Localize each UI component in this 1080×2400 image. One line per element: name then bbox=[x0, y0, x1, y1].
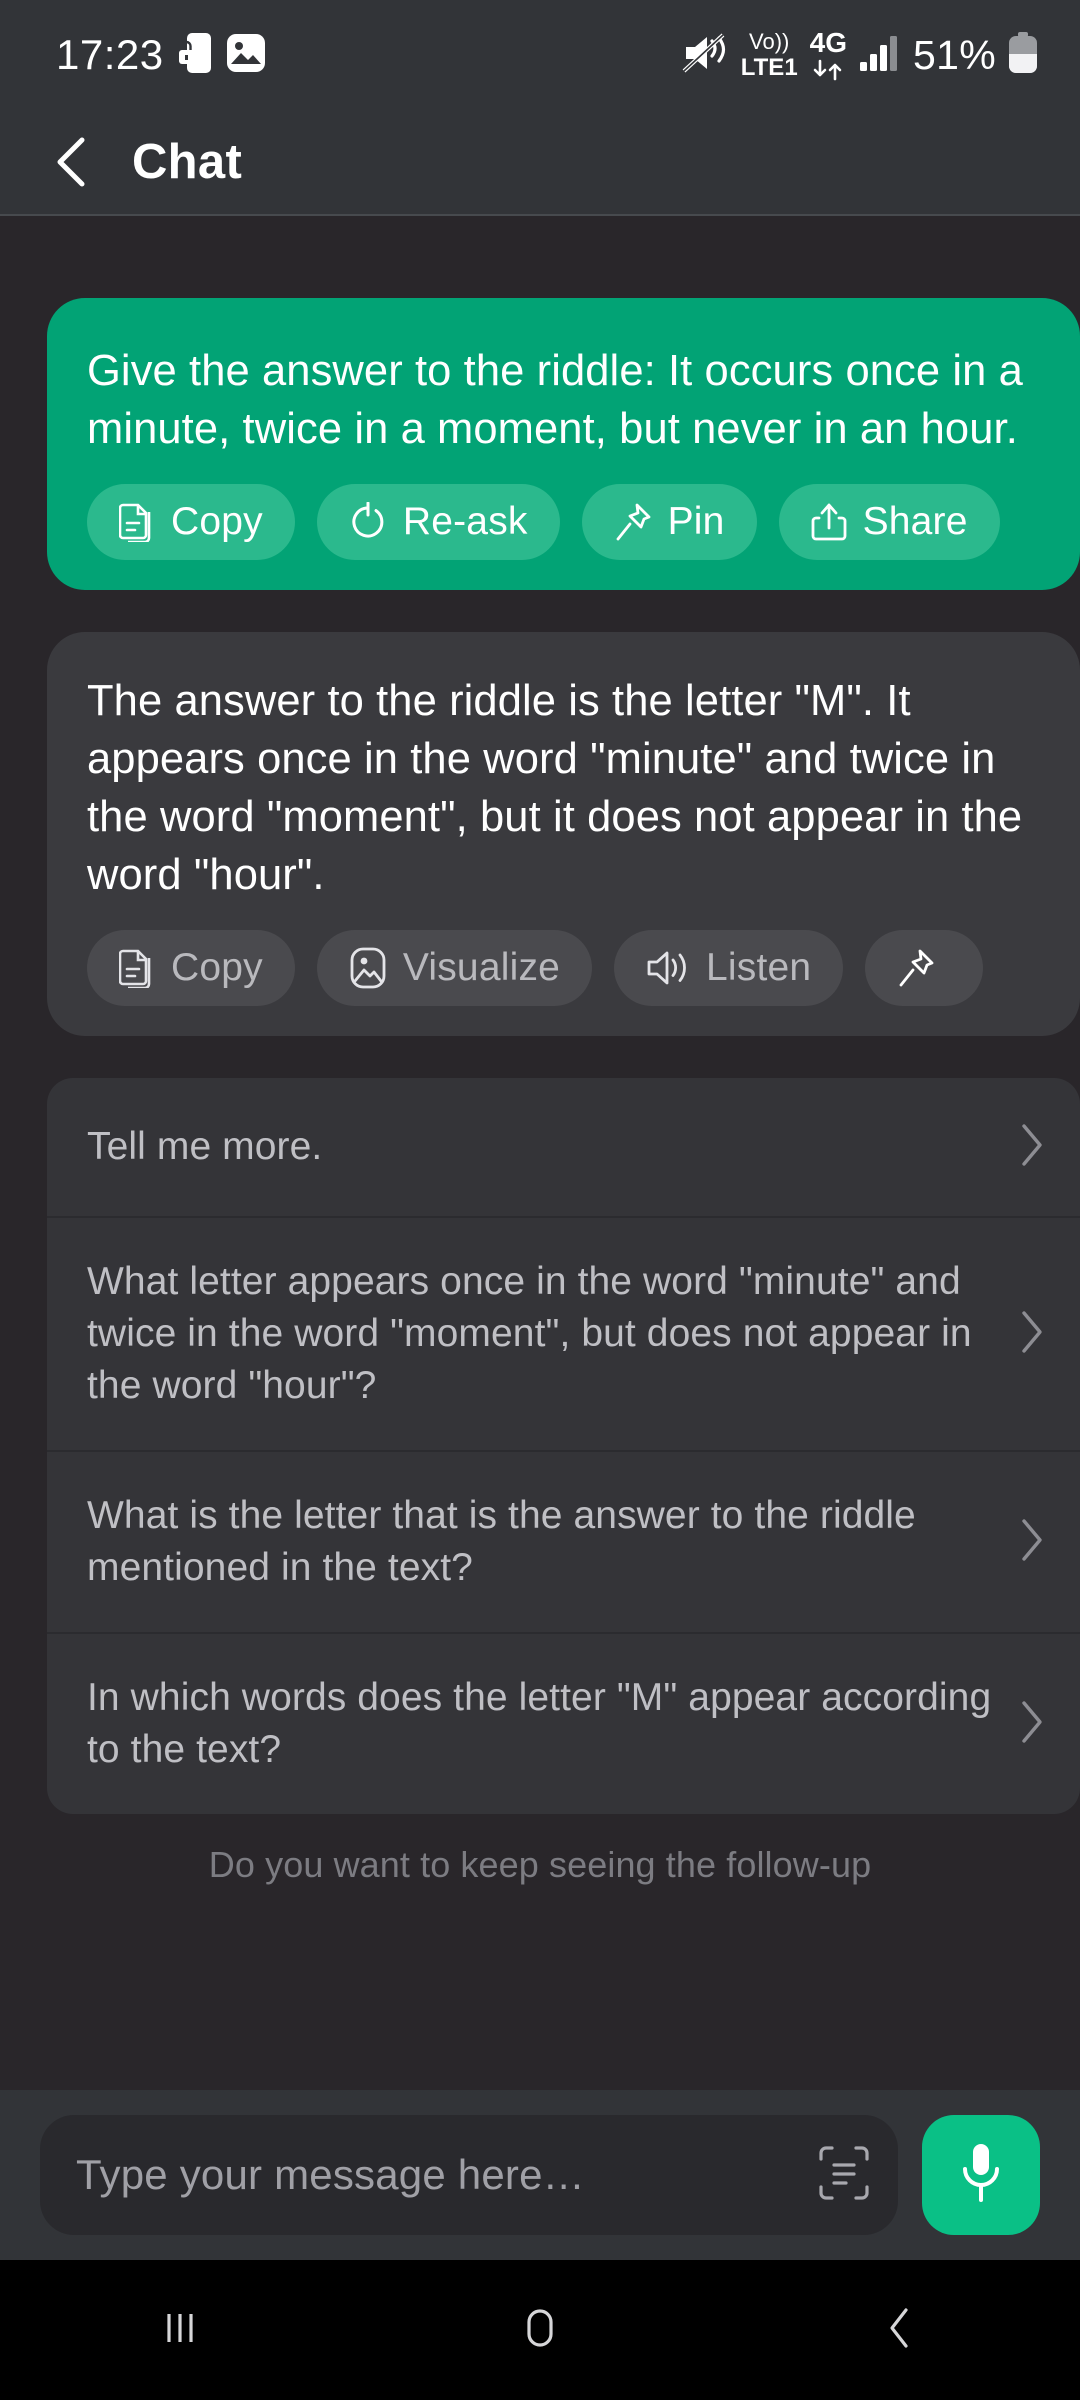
chevron-right-icon bbox=[1018, 1309, 1046, 1360]
copy-label: Copy bbox=[171, 946, 263, 989]
suggestion-text: What is the letter that is the answer to… bbox=[87, 1494, 916, 1589]
system-nav-bar bbox=[0, 2260, 1080, 2400]
phone-screen: 17:23 Vo)) LTE1 4G 51% Chat Give the ans… bbox=[0, 0, 1080, 2400]
home-icon bbox=[517, 2305, 563, 2356]
chevron-right-icon bbox=[1018, 1122, 1046, 1173]
list-item[interactable]: What is the letter that is the answer to… bbox=[47, 1452, 1080, 1634]
followup-note: Do you want to keep seeing the follow-up bbox=[208, 1844, 872, 1885]
copy-button[interactable]: Copy bbox=[87, 930, 295, 1006]
phone-lock-icon bbox=[178, 32, 212, 79]
visualize-label: Visualize bbox=[402, 946, 561, 989]
copy-document-icon bbox=[119, 948, 155, 988]
image-picture-icon bbox=[349, 947, 387, 989]
copy-button[interactable]: Copy bbox=[87, 484, 295, 560]
back-chevron-icon bbox=[880, 2304, 920, 2357]
pin-button[interactable] bbox=[865, 930, 984, 1006]
gallery-image-icon bbox=[226, 33, 266, 78]
voice-input-button[interactable] bbox=[922, 2115, 1040, 2235]
suggestion-text: In which words does the letter "M" appea… bbox=[87, 1676, 992, 1771]
status-bar-left: 17:23 bbox=[56, 31, 266, 79]
list-item[interactable]: What letter appears once in the word "mi… bbox=[47, 1218, 1080, 1452]
refresh-icon bbox=[349, 502, 387, 542]
user-message-text: Give the answer to the riddle: It occurs… bbox=[87, 347, 1023, 453]
re-ask-button[interactable]: Re-ask bbox=[316, 484, 560, 560]
app-header: Chat bbox=[0, 110, 1080, 216]
message-input-field[interactable]: Type your message here… bbox=[40, 2115, 898, 2235]
status-time: 17:23 bbox=[56, 31, 164, 78]
copy-label: Copy bbox=[171, 500, 263, 543]
chat-scroll-area[interactable]: Give the answer to the riddle: It occurs… bbox=[0, 218, 1080, 2090]
share-upload-icon bbox=[811, 502, 847, 542]
user-message-bubble: Give the answer to the riddle: It occurs… bbox=[47, 298, 1080, 590]
battery-percent-label: 51% bbox=[913, 31, 996, 78]
scan-text-icon[interactable] bbox=[818, 2145, 870, 2206]
pin-label: Pin bbox=[667, 500, 725, 543]
message-row-assistant: The answer to the riddle is the letter "… bbox=[0, 632, 1080, 1036]
page-title: Chat bbox=[132, 135, 243, 189]
pin-icon bbox=[897, 948, 935, 988]
back-button[interactable] bbox=[50, 134, 94, 190]
re-ask-label: Re-ask bbox=[402, 500, 528, 543]
status-bar-right: Vo)) LTE1 4G 51% bbox=[681, 29, 1038, 81]
suggestion-text: Tell me more. bbox=[87, 1125, 323, 1168]
nav-home-button[interactable] bbox=[440, 2260, 640, 2400]
assistant-message-actions[interactable]: Copy Visualize Listen bbox=[47, 904, 1080, 1036]
message-input-placeholder: Type your message here… bbox=[76, 2151, 585, 2198]
visualize-button[interactable]: Visualize bbox=[316, 930, 593, 1006]
speaker-sound-icon bbox=[646, 948, 690, 988]
volte-icon: Vo)) LTE1 bbox=[740, 28, 798, 81]
assistant-message-bubble: The answer to the riddle is the letter "… bbox=[47, 632, 1080, 1036]
copy-document-icon bbox=[119, 502, 155, 542]
nav-recents-button[interactable] bbox=[80, 2260, 280, 2400]
mute-vibrate-icon bbox=[681, 31, 729, 80]
microphone-icon bbox=[958, 2142, 1004, 2209]
chevron-right-icon bbox=[1018, 1699, 1046, 1750]
list-item[interactable]: In which words does the letter "M" appea… bbox=[47, 1634, 1080, 1814]
nav-back-button[interactable] bbox=[800, 2260, 1000, 2400]
chevron-right-icon bbox=[1018, 1517, 1046, 1568]
user-message-actions[interactable]: Copy Re-ask Pin Share bbox=[47, 458, 1080, 590]
message-row-user: Give the answer to the riddle: It occurs… bbox=[0, 298, 1080, 590]
4g-data-icon: 4G bbox=[810, 29, 847, 81]
pin-button[interactable]: Pin bbox=[581, 484, 757, 560]
listen-label: Listen bbox=[706, 946, 812, 989]
pin-icon bbox=[614, 502, 652, 542]
share-label: Share bbox=[862, 500, 968, 543]
share-button[interactable]: Share bbox=[778, 484, 1000, 560]
list-item[interactable]: Tell me more. bbox=[47, 1078, 1080, 1218]
battery-icon bbox=[1008, 31, 1038, 79]
suggestion-text: What letter appears once in the word "mi… bbox=[87, 1260, 972, 1407]
assistant-message-text: The answer to the riddle is the letter "… bbox=[87, 677, 1023, 899]
listen-button[interactable]: Listen bbox=[614, 930, 844, 1006]
status-bar: 17:23 Vo)) LTE1 4G 51% bbox=[0, 0, 1080, 110]
signal-bars-icon bbox=[859, 34, 901, 77]
recents-icon bbox=[158, 2306, 202, 2355]
message-input-bar: Type your message here… bbox=[0, 2090, 1080, 2260]
followup-suggestions-list: Tell me more. What letter appears once i… bbox=[47, 1078, 1080, 1814]
